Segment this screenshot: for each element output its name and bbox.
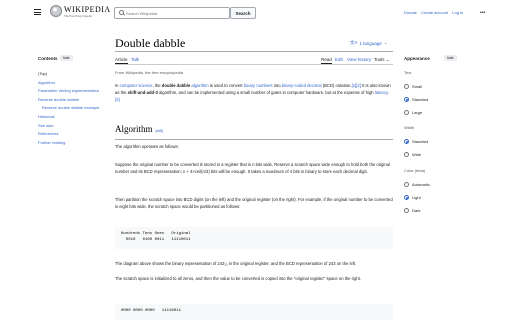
from-wikipedia-note: From Wikipedia, the free encyclopedia [115, 70, 184, 75]
table-of-contents: (Top) Algorithm Parametric Verilog imple… [38, 70, 108, 147]
contents-hide-button[interactable]: hide [60, 55, 73, 61]
radio-icon [404, 84, 409, 89]
search-icon [119, 10, 124, 15]
width-option-standard[interactable]: Standard [404, 139, 428, 144]
section-edit-link[interactable]: [edit] [156, 129, 164, 133]
algorithm-paragraph-1: The algorithm operates as follows: [115, 144, 179, 149]
section-heading: Algorithm [edit] [115, 124, 163, 134]
toc-item[interactable]: Reverse double dabble [38, 96, 108, 105]
search-input[interactable] [126, 9, 226, 17]
tab-read[interactable]: Read [321, 57, 332, 64]
tab-article[interactable]: Article [115, 57, 128, 64]
appearance-title: Appearance [404, 56, 430, 61]
code-block-partition: Hundreds Tens Ones Original 0010 0100 00… [115, 227, 393, 249]
algorithm-paragraph-2: Suppose the original number to be conver… [115, 162, 390, 174]
inline-text: shift-and-add-3 [127, 90, 158, 95]
wikipedia-globe-logo[interactable] [50, 5, 62, 17]
algorithm-paragraph-3: Then partition the scratch space into BC… [115, 197, 393, 209]
user-links: Donate Create account Log in [404, 10, 466, 15]
intro-paragraph: In computer science, the double dabble a… [115, 82, 393, 103]
wikipedia-wordmark[interactable]: WIKIPEDIA [64, 5, 111, 14]
tools-label: Tools [374, 57, 385, 62]
inline-link[interactable]: latency [375, 90, 388, 95]
width-option-wide[interactable]: Wide [404, 152, 421, 157]
toc-item[interactable]: Reverse double dabble example [38, 104, 108, 113]
option-label: Light [412, 195, 421, 200]
section-heading-text: Algorithm [115, 124, 153, 134]
radio-icon [404, 110, 409, 115]
inline-text: double dabble [161, 83, 191, 88]
inline-link[interactable]: algorithm [191, 83, 208, 88]
option-label: Standard [412, 97, 429, 102]
inline-link[interactable]: [3] [115, 97, 120, 102]
color-option-automatic[interactable]: Automatic [404, 182, 430, 187]
toc-item[interactable]: (Top) [38, 70, 108, 79]
login-link[interactable]: Log in [452, 10, 463, 15]
more-options-icon[interactable]: ••• [480, 10, 485, 16]
language-label: 1 language [359, 40, 382, 46]
tab-view-history[interactable]: View history [347, 57, 371, 62]
inline-text: is used to convert [208, 83, 244, 88]
radio-selected-icon [404, 195, 409, 200]
toc-item[interactable]: Further reading [38, 139, 108, 148]
toc-item[interactable]: References [38, 130, 108, 139]
code-block-initial: 0000 0000 0000 11110011 [115, 304, 393, 320]
language-button[interactable]: 文A 1 language ⌄ [350, 40, 388, 46]
toc-item[interactable]: See also [38, 122, 108, 131]
chevron-down-icon: ⌄ [385, 57, 390, 62]
tab-edit[interactable]: Edit [335, 57, 343, 62]
toc-item[interactable]: Historical [38, 113, 108, 122]
text-option-small[interactable]: Small [404, 84, 422, 89]
page-title: Double dabble [115, 36, 186, 50]
radio-icon [404, 208, 409, 213]
radio-selected-icon [404, 139, 409, 144]
donate-link[interactable]: Donate [404, 10, 417, 15]
contents-title: Contents [38, 56, 58, 61]
color-label: Color (beta) [404, 168, 426, 173]
radio-selected-icon [404, 97, 409, 102]
main-menu-button[interactable] [34, 9, 41, 15]
inline-text: algorithm, and can be implemented using … [157, 90, 375, 95]
text-size-label: Text [404, 70, 412, 75]
option-label: Standard [412, 139, 429, 144]
inline-text: . [387, 90, 389, 95]
tabs-divider [115, 64, 393, 65]
radio-icon [404, 152, 409, 157]
algorithm-paragraph-5: The scratch space is initialized to all … [115, 276, 361, 281]
tab-tools[interactable]: Tools ⌄ [374, 57, 390, 63]
option-label: Automatic [412, 182, 430, 187]
option-label: Large [412, 110, 423, 115]
inline-link[interactable]: binary-coded decimal [282, 83, 322, 88]
section-divider [115, 139, 393, 140]
text-option-large[interactable]: Large [404, 110, 422, 115]
color-option-light[interactable]: Light [404, 195, 421, 200]
option-label: Dark [412, 208, 421, 213]
color-option-dark[interactable]: Dark [404, 208, 420, 213]
inline-text: into [272, 83, 282, 88]
tab-talk[interactable]: Talk [131, 57, 139, 62]
inline-text: (BCD) notation. [321, 83, 352, 88]
width-label: Width [404, 125, 415, 130]
inline-link[interactable]: binary numbers [244, 83, 273, 88]
create-account-link[interactable]: Create account [421, 10, 448, 15]
translate-icon: 文A [350, 40, 358, 45]
appearance-hide-button[interactable]: hide [444, 55, 457, 61]
title-divider [115, 51, 393, 52]
inline-link[interactable]: computer science [120, 83, 153, 88]
toc-item[interactable]: Parametric Verilog implementation [38, 87, 108, 96]
option-label: Wide [412, 152, 422, 157]
chevron-down-icon: ⌄ [383, 40, 388, 45]
radio-icon [404, 182, 409, 187]
inline-text: , the [152, 83, 162, 88]
text-option-standard[interactable]: Standard [404, 97, 428, 102]
option-label: Small [412, 84, 423, 89]
algorithm-paragraph-4: The diagram above shows the binary repre… [115, 261, 357, 266]
wikipedia-tagline: The Free Encyclopedia [64, 14, 92, 18]
search-button[interactable]: Search [230, 7, 256, 19]
inline-link[interactable]: [1][2] [352, 83, 361, 88]
toc-item[interactable]: Algorithm [38, 79, 108, 88]
